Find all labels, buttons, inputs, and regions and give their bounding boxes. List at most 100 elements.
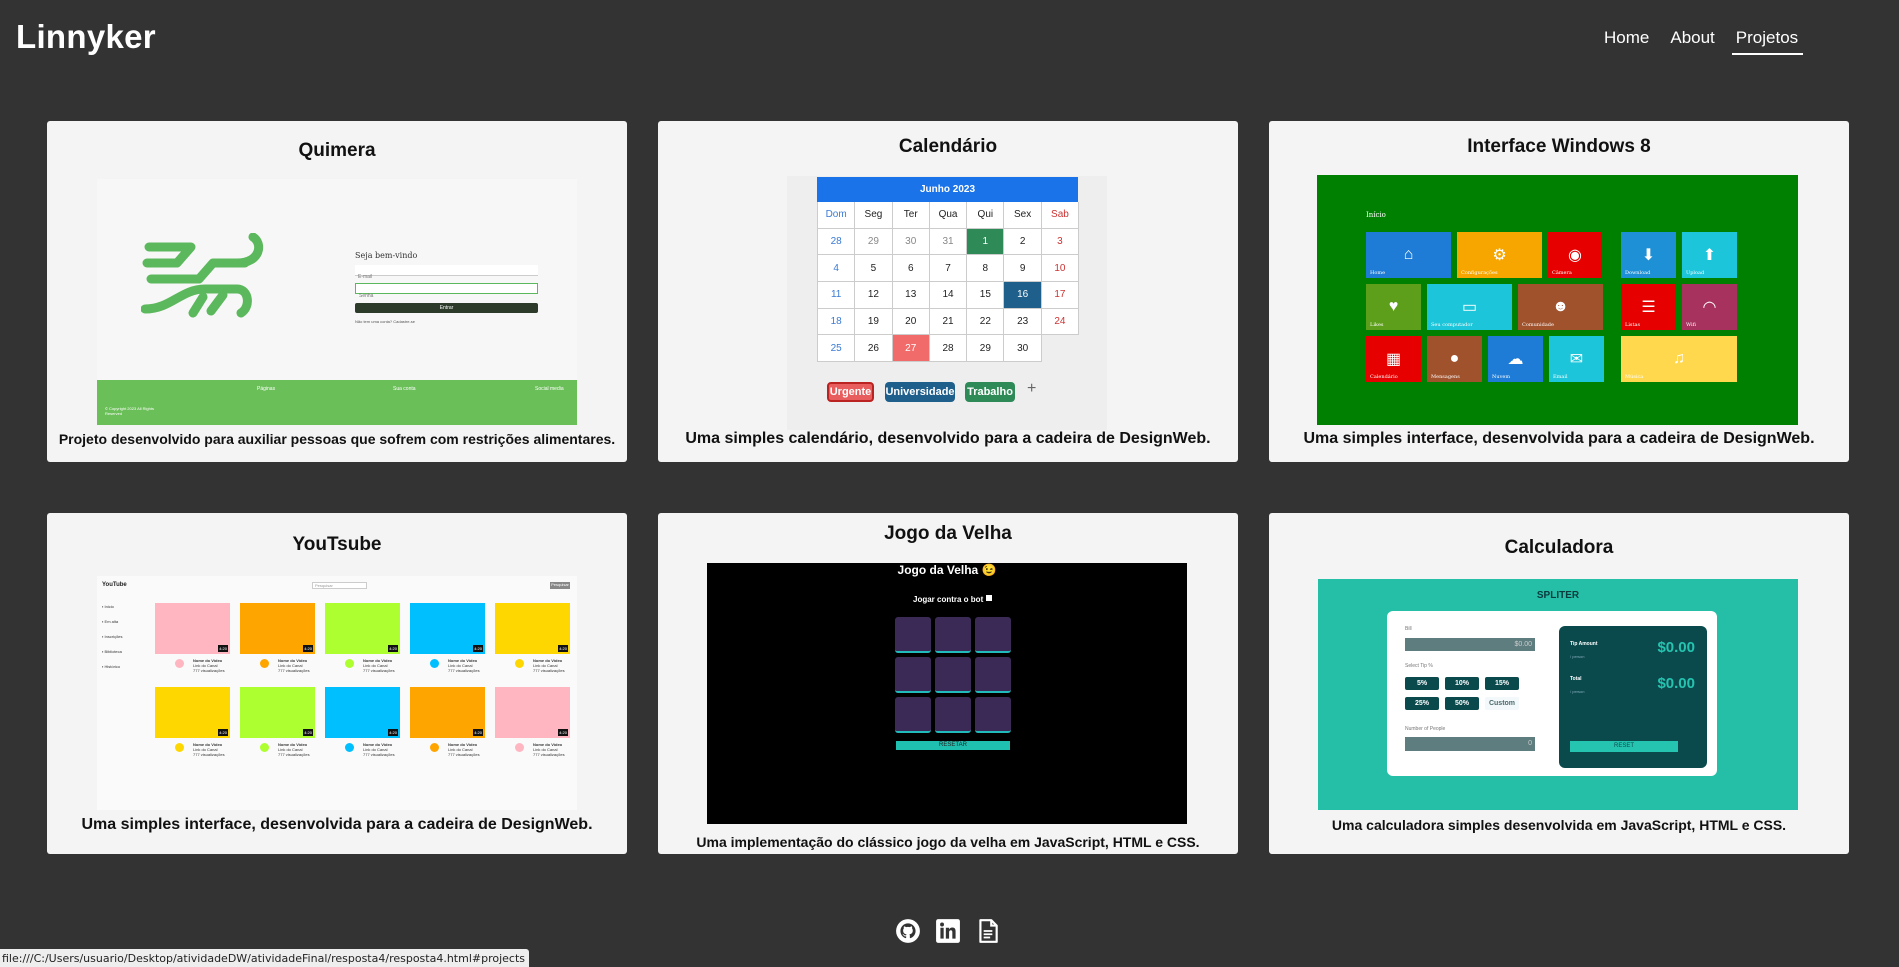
site-logo[interactable]: Linnyker <box>16 18 156 56</box>
calendar-day[interactable]: 26 <box>855 335 893 363</box>
ttt-cell[interactable] <box>975 697 1011 733</box>
calendar-day[interactable]: 12 <box>855 282 893 309</box>
password-field[interactable]: Senha <box>355 283 538 299</box>
calendar-day[interactable]: 18 <box>818 308 856 336</box>
calendar-day[interactable]: 28 <box>818 228 856 256</box>
yt-video-meta[interactable]: Nome do Vídeo Link do Canal 777 visualizaç… <box>448 658 480 673</box>
reset-button[interactable]: RESET <box>1570 741 1678 752</box>
yt-channel-avatar[interactable] <box>515 659 524 668</box>
yt-video-thumbnail[interactable]: 4:20 <box>325 603 400 654</box>
yt-channel-avatar[interactable] <box>175 659 184 668</box>
tile-email[interactable]: ✉ Email <box>1549 336 1604 382</box>
tile-configuracoes[interactable]: ⚙ Configurações <box>1457 232 1542 278</box>
signup-link[interactable]: Não tem uma conta? Cadastre-se <box>355 319 415 324</box>
yt-video-thumbnail[interactable]: 4:20 <box>155 603 230 654</box>
tip-25-button[interactable]: 25% <box>1405 697 1439 710</box>
yt-video-meta[interactable]: Nome do Vídeo Link do Canal 777 visualizaç… <box>533 658 565 673</box>
tile-nuvem[interactable]: ☁ Nuvem <box>1488 336 1543 382</box>
bill-input[interactable]: $0.00 <box>1405 638 1535 651</box>
nav-projetos[interactable]: Projetos <box>1731 26 1804 55</box>
tile-download[interactable]: ⬇ Download <box>1621 232 1676 278</box>
yt-video-meta[interactable]: Nome do Vídeo Link do Canal 777 visualizaç… <box>278 658 310 673</box>
tip-50-button[interactable]: 50% <box>1445 697 1479 710</box>
tile-wifi[interactable]: ◠ Wifi <box>1682 284 1737 330</box>
project-preview[interactable]: Início ⌂ Home ⚙ Configurações ◉ Câmera ⬇ Dow… <box>1317 175 1798 425</box>
yt-channel-avatar[interactable] <box>345 743 354 752</box>
project-card-youtsube[interactable]: YouTsube YouTube Pesquisar Pesquisar ▪ I… <box>47 513 627 854</box>
yt-video-meta[interactable]: Nome do Vídeo Link do Canal 777 visualizaç… <box>193 742 225 757</box>
tile-likes[interactable]: ♥ Likes <box>1366 284 1421 330</box>
yt-channel-avatar[interactable] <box>175 743 184 752</box>
yt-channel-avatar[interactable] <box>515 743 524 752</box>
yt-sidebar-item[interactable]: ▪ Inicio <box>102 604 114 609</box>
tile-listas[interactable]: ☰ Listas <box>1621 284 1676 330</box>
calendar-day[interactable]: 29 <box>855 228 893 256</box>
tile-calendario[interactable]: ▦ Calendário <box>1366 336 1421 382</box>
project-card-calculadora[interactable]: Calculadora SPLITER Bill $0.00 Select Ti… <box>1269 513 1849 854</box>
yt-channel-avatar[interactable] <box>345 659 354 668</box>
yt-channel-avatar[interactable] <box>430 743 439 752</box>
calendar-day[interactable]: 21 <box>929 308 968 336</box>
tile-comunidade[interactable]: ☻ Comunidade <box>1518 284 1603 330</box>
yt-video-meta[interactable]: Nome do Vídeo Link do Canal 777 visualizaç… <box>363 742 395 757</box>
tip-5-button[interactable]: 5% <box>1405 677 1439 690</box>
yt-video-meta[interactable]: Nome do Vídeo Link do Canal 777 visualizaç… <box>363 658 395 673</box>
calendar-day[interactable]: 13 <box>892 282 930 309</box>
calendar-day[interactable]: 30 <box>892 228 930 256</box>
ttt-cell[interactable] <box>935 657 971 693</box>
tile-musica[interactable]: ♫ Música <box>1621 336 1737 382</box>
calendar-day[interactable]: 17 <box>1041 282 1080 309</box>
email-field[interactable]: E-mail <box>355 265 538 280</box>
calendar-day[interactable]: 31 <box>929 228 968 256</box>
project-preview[interactable]: Junho 2023 Dom Seg Ter Qua Qui Sex Sab 28 29 30 31… <box>787 176 1107 430</box>
ttt-cell[interactable] <box>895 657 931 693</box>
yt-channel-avatar[interactable] <box>260 743 269 752</box>
ttt-bot-checkbox[interactable] <box>986 595 992 601</box>
calendar-day[interactable]: 28 <box>929 335 968 363</box>
ttt-cell[interactable] <box>935 617 971 653</box>
calendar-day[interactable]: 25 <box>818 335 856 363</box>
yt-video-thumbnail[interactable]: 4:20 <box>410 687 485 738</box>
tile-camera[interactable]: ◉ Câmera <box>1548 232 1602 278</box>
yt-video-thumbnail[interactable]: 4:20 <box>495 687 570 738</box>
yt-video-thumbnail[interactable]: 4:20 <box>240 603 315 654</box>
project-preview[interactable]: YouTube Pesquisar Pesquisar ▪ Inicio ▪ Em… <box>97 576 577 810</box>
calendar-day[interactable]: 1 <box>967 228 1005 256</box>
calendar-day[interactable]: 8 <box>967 255 1005 283</box>
tile-home[interactable]: ⌂ Home <box>1366 232 1451 278</box>
nav-home[interactable]: Home <box>1600 26 1654 55</box>
yt-sidebar-item[interactable]: ▪ Inscrições <box>102 634 123 639</box>
tile-upload[interactable]: ⬆ Upload <box>1682 232 1737 278</box>
yt-channel-avatar[interactable] <box>260 659 269 668</box>
project-card-calendario[interactable]: Calendário Junho 2023 Dom Seg Ter Qua Qui Sex… <box>658 121 1238 462</box>
ttt-cell[interactable] <box>975 617 1011 653</box>
yt-video-thumbnail[interactable]: 4:20 <box>325 687 400 738</box>
ttt-cell[interactable] <box>895 617 931 653</box>
calendar-day[interactable]: 15 <box>967 282 1005 309</box>
calendar-day[interactable]: 9 <box>1004 255 1042 283</box>
calendar-day[interactable]: 4 <box>818 255 856 283</box>
calendar-day[interactable]: 16 <box>1004 282 1042 309</box>
yt-video-meta[interactable]: Nome do Vídeo Link do Canal 777 visualizaç… <box>533 742 565 757</box>
tip-10-button[interactable]: 10% <box>1445 677 1479 690</box>
calendar-day[interactable]: 2 <box>1004 228 1042 256</box>
calendar-day[interactable] <box>1042 335 1079 362</box>
calendar-day[interactable]: 11 <box>818 282 856 309</box>
project-card-jogo-da-velha[interactable]: Jogo da Velha Jogo da Velha 😉 Jogar cont… <box>658 513 1238 854</box>
tip-custom-button[interactable]: Custom <box>1485 697 1519 710</box>
calendar-day[interactable]: 20 <box>892 308 930 336</box>
nav-about[interactable]: About <box>1666 26 1719 55</box>
yt-video-meta[interactable]: Nome do Vídeo Link do Canal 777 visualizaç… <box>278 742 310 757</box>
calendar-day[interactable]: 3 <box>1041 228 1080 256</box>
project-preview[interactable]: Jogo da Velha 😉 Jogar contra o bot RESET… <box>707 563 1187 824</box>
tag-universidade[interactable]: Universidade <box>885 382 955 402</box>
tag-trabalho[interactable]: Trabalho <box>965 382 1015 402</box>
github-icon[interactable] <box>895 918 921 944</box>
calendar-day[interactable]: 7 <box>929 255 968 283</box>
calendar-day[interactable]: 29 <box>967 335 1005 363</box>
yt-search-button[interactable]: Pesquisar <box>550 582 570 589</box>
calendar-day[interactable]: 19 <box>855 308 893 336</box>
ttt-cell[interactable] <box>935 697 971 733</box>
linkedin-icon[interactable] <box>935 918 961 944</box>
project-preview[interactable]: SPLITER Bill $0.00 Select Tip % 5% 10% 1… <box>1318 579 1798 810</box>
